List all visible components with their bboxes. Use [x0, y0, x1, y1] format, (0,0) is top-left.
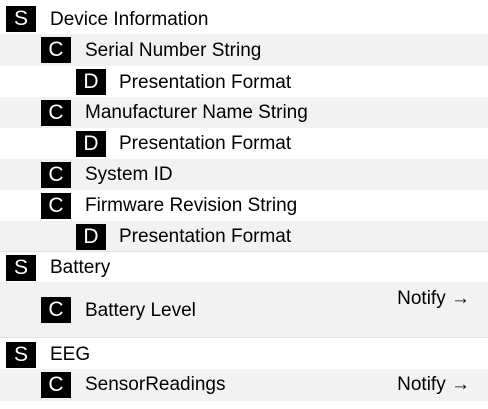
descriptor-badge: D	[76, 69, 106, 95]
tree-row-descriptor[interactable]: D Presentation Format	[0, 128, 488, 159]
tree-row-characteristic[interactable]: C Serial Number String	[0, 34, 488, 66]
tree-row-label: Presentation Format	[119, 72, 292, 93]
tree-row-descriptor[interactable]: D Presentation Format	[0, 66, 488, 97]
tree-row-characteristic[interactable]: C Battery Level Notify →	[0, 282, 488, 338]
characteristic-badge: C	[41, 100, 71, 126]
tree-row-label: Presentation Format	[119, 133, 292, 154]
service-badge: S	[6, 6, 36, 32]
tree-row-service[interactable]: S Device Information	[0, 4, 488, 34]
characteristic-badge: C	[41, 297, 71, 323]
characteristic-badge: C	[41, 193, 71, 219]
tree-row-characteristic[interactable]: C System ID	[0, 159, 488, 190]
tree-row-label: EEG	[50, 344, 91, 365]
notify-button[interactable]: Notify →	[397, 373, 470, 397]
tree-row-label: Battery	[50, 257, 111, 278]
tree-row-label: SensorReadings	[85, 374, 226, 395]
tree-row-label: Serial Number String	[85, 40, 262, 61]
tree-row-service[interactable]: S Battery	[0, 252, 488, 282]
tree-row-label: Manufacturer Name String	[85, 102, 308, 123]
tree-row-label: Battery Level	[85, 300, 196, 321]
descriptor-badge: D	[76, 131, 106, 157]
descriptor-badge: D	[76, 224, 106, 250]
characteristic-badge: C	[41, 162, 71, 188]
tree-row-label: System ID	[85, 164, 173, 185]
characteristic-badge: C	[41, 372, 71, 398]
tree-row-label: Device Information	[50, 9, 209, 30]
service-badge: S	[6, 342, 36, 368]
tree-row-descriptor[interactable]: D Presentation Format	[0, 221, 488, 252]
tree-row-label: Firmware Revision String	[85, 195, 298, 216]
characteristic-badge: C	[41, 37, 71, 63]
tree-row-service[interactable]: S EEG	[0, 339, 488, 369]
notify-button[interactable]: Notify →	[397, 287, 470, 311]
tree-row-label: Presentation Format	[119, 226, 292, 247]
tree-row-characteristic[interactable]: C Manufacturer Name String	[0, 97, 488, 128]
tree-row-characteristic[interactable]: C SensorReadings Notify →	[0, 369, 488, 401]
service-badge: S	[6, 255, 36, 281]
tree-row-characteristic[interactable]: C Firmware Revision String	[0, 190, 488, 221]
